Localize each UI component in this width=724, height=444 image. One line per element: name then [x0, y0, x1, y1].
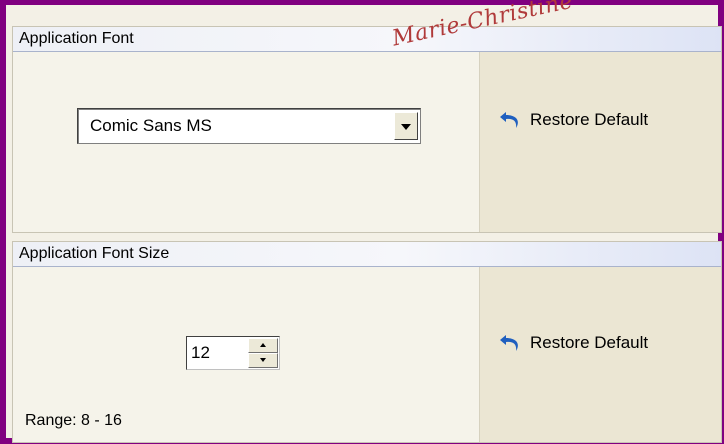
font-family-dropdown-button[interactable]	[394, 112, 418, 140]
font-size-spinner[interactable]: 12	[186, 336, 280, 370]
font-size-decrement-button[interactable]	[248, 353, 278, 368]
arrow-up-icon	[260, 343, 266, 347]
restore-default-font-size-label: Restore Default	[530, 333, 649, 352]
application-font-section: Application Font Comic Sans MS Restore D…	[12, 26, 722, 233]
application-font-right-panel: Restore Default	[479, 52, 721, 232]
restore-default-font-button[interactable]: Restore Default	[498, 110, 648, 130]
application-font-size-section: Application Font Size 12 Range: 8 - 16 R…	[12, 241, 722, 443]
font-size-increment-button[interactable]	[248, 338, 278, 353]
undo-arrow-icon	[498, 110, 524, 130]
restore-default-font-size-button[interactable]: Restore Default	[498, 333, 648, 353]
font-size-spin-buttons	[248, 338, 278, 368]
application-font-size-header: Application Font Size	[13, 242, 721, 267]
application-font-size-left-panel: 12 Range: 8 - 16	[13, 267, 479, 442]
font-size-value: 12	[191, 343, 210, 362]
restore-default-font-label: Restore Default	[530, 110, 649, 129]
undo-arrow-icon	[498, 333, 524, 353]
arrow-down-icon	[260, 358, 266, 362]
application-font-header: Application Font	[13, 27, 721, 52]
font-size-range-label: Range: 8 - 16	[25, 412, 122, 429]
settings-frame: Application Font Comic Sans MS Restore D…	[0, 0, 724, 444]
application-font-size-right-panel: Restore Default	[479, 267, 721, 442]
font-family-value: Comic Sans MS	[90, 116, 212, 135]
font-family-combobox[interactable]: Comic Sans MS	[77, 108, 421, 144]
chevron-down-icon	[401, 124, 411, 130]
application-font-left-panel: Comic Sans MS	[13, 52, 479, 232]
